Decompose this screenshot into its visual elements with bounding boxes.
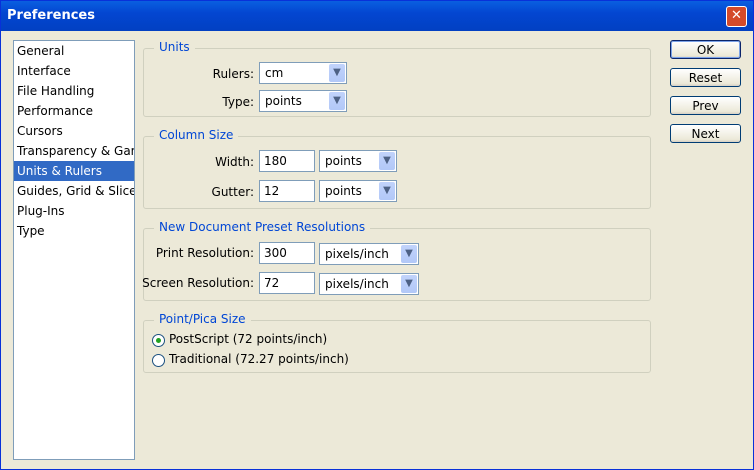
category-item-type[interactable]: Type <box>14 221 134 241</box>
next-button[interactable]: Next <box>670 124 741 143</box>
category-list: General Interface File Handling Performa… <box>13 40 135 460</box>
column-size-legend: Column Size <box>154 128 239 142</box>
gutter-input[interactable]: 12 <box>259 180 315 202</box>
units-legend: Units <box>154 40 195 54</box>
print-resolution-input[interactable]: 300 <box>259 242 315 264</box>
postscript-label[interactable]: PostScript (72 points/inch) <box>169 332 327 346</box>
category-item-units-rulers[interactable]: Units & Rulers <box>14 161 134 181</box>
screen-resolution-input[interactable]: 72 <box>259 272 315 294</box>
category-item-cursors[interactable]: Cursors <box>14 121 134 141</box>
close-icon[interactable]: ✕ <box>726 6 747 27</box>
category-item-guides-grid-slices[interactable]: Guides, Grid & Slices <box>14 181 134 201</box>
gutter-unit-select[interactable]: points ▼ <box>319 180 397 202</box>
screen-resolution-unit-value: pixels/inch <box>325 277 389 291</box>
category-item-interface[interactable]: Interface <box>14 61 134 81</box>
screen-resolution-label: Screen Resolution: <box>142 276 254 290</box>
category-item-general[interactable]: General <box>14 41 134 61</box>
units-group: Units Rulers: cm ▼ Type: points ▼ <box>143 40 651 117</box>
chevron-down-icon[interactable]: ▼ <box>329 64 345 82</box>
width-input[interactable]: 180 <box>259 150 315 172</box>
category-item-file-handling[interactable]: File Handling <box>14 81 134 101</box>
print-resolution-unit-value: pixels/inch <box>325 247 389 261</box>
width-label: Width: <box>215 155 254 169</box>
reset-button[interactable]: Reset <box>670 68 741 87</box>
chevron-down-icon[interactable]: ▼ <box>401 275 417 293</box>
point-pica-group: Point/Pica Size PostScript (72 points/in… <box>143 312 651 373</box>
traditional-radio[interactable] <box>152 354 165 367</box>
point-pica-legend: Point/Pica Size <box>154 312 251 326</box>
type-units-select[interactable]: points ▼ <box>259 90 347 112</box>
ok-button[interactable]: OK <box>670 40 741 59</box>
column-size-group: Column Size Width: 180 points ▼ Gutter: … <box>143 128 651 209</box>
print-resolution-label: Print Resolution: <box>155 246 254 260</box>
gutter-label: Gutter: <box>211 185 254 199</box>
rulers-select[interactable]: cm ▼ <box>259 62 347 84</box>
radio-checked-dot <box>156 338 161 343</box>
width-unit-value: points <box>325 154 362 168</box>
category-item-plug-ins[interactable]: Plug-Ins <box>14 201 134 221</box>
preferences-dialog: Preferences ✕ General Interface File Han… <box>0 0 754 470</box>
screen-resolution-unit-select[interactable]: pixels/inch ▼ <box>319 273 419 295</box>
gutter-unit-value: points <box>325 184 362 198</box>
resolutions-legend: New Document Preset Resolutions <box>154 220 371 234</box>
chevron-down-icon[interactable]: ▼ <box>379 182 395 200</box>
print-resolution-unit-select[interactable]: pixels/inch ▼ <box>319 243 419 265</box>
type-units-value: points <box>265 94 302 108</box>
prev-button[interactable]: Prev <box>670 96 741 115</box>
chevron-down-icon[interactable]: ▼ <box>379 152 395 170</box>
traditional-label[interactable]: Traditional (72.27 points/inch) <box>169 352 349 366</box>
chevron-down-icon[interactable]: ▼ <box>401 245 417 263</box>
postscript-radio[interactable] <box>152 334 165 347</box>
width-unit-select[interactable]: points ▼ <box>319 150 397 172</box>
type-label: Type: <box>222 95 254 109</box>
rulers-value: cm <box>265 66 284 80</box>
category-item-performance[interactable]: Performance <box>14 101 134 121</box>
rulers-label: Rulers: <box>212 67 254 81</box>
window-title: Preferences <box>7 8 95 23</box>
resolutions-group: New Document Preset Resolutions Print Re… <box>142 220 651 301</box>
category-item-transparency-gamut[interactable]: Transparency & Gamut <box>14 141 134 161</box>
chevron-down-icon[interactable]: ▼ <box>329 92 345 110</box>
title-bar[interactable]: Preferences ✕ <box>1 1 753 31</box>
